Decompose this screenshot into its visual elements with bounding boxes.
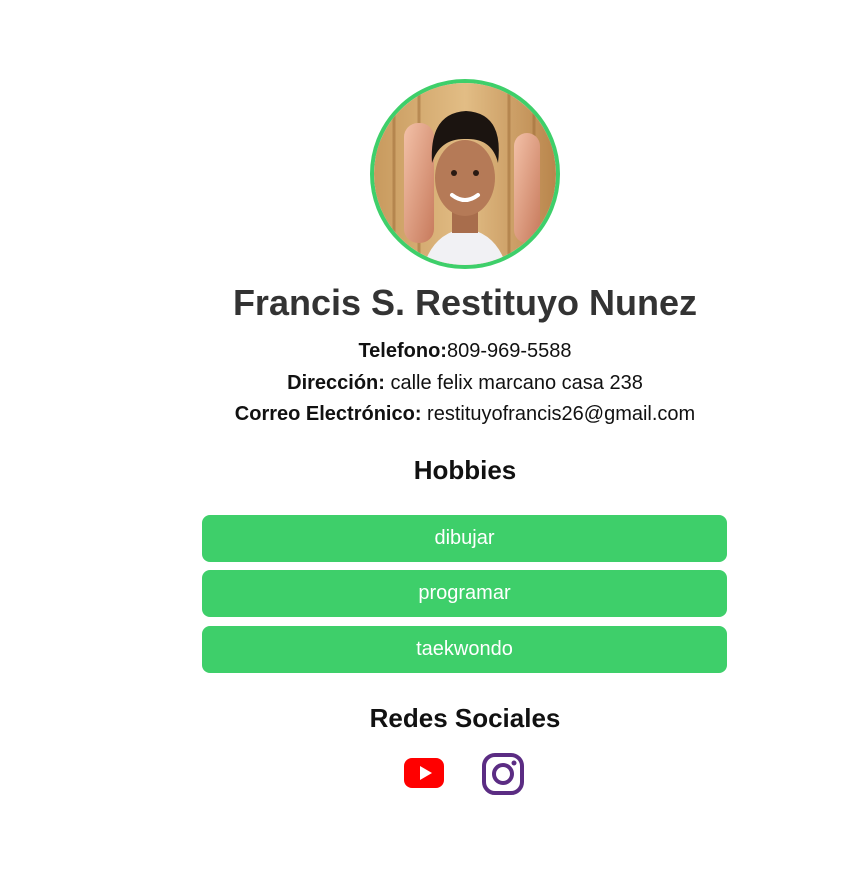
phone-value: 809-969-5588 — [446, 340, 572, 362]
email-value: restituyofrancis26@gmail.com — [421, 403, 696, 425]
hobbies-title: Hobbies — [413, 455, 517, 485]
youtube-link[interactable] — [404, 758, 444, 793]
avatar — [370, 79, 560, 269]
instagram-icon — [482, 753, 524, 795]
instagram-link[interactable] — [481, 752, 525, 801]
profile-page: Francis S. Restituyo Nunez Telefono:809-… — [0, 0, 865, 877]
email-line: Correo Electrónico: restituyofrancis26@g… — [0, 402, 865, 426]
profile-photo — [374, 83, 556, 265]
social-title: Redes Sociales — [369, 703, 561, 733]
phone-label: Telefono: — [358, 340, 447, 362]
address-value: calle felix marcano casa 238 — [384, 372, 643, 394]
hobby-item-dibujar[interactable]: dibujar — [202, 515, 727, 562]
address-label: Dirección: — [287, 372, 385, 394]
email-label: Correo Electrónico: — [234, 403, 422, 425]
hobby-item-taekwondo[interactable]: taekwondo — [202, 626, 727, 673]
hobby-item-programar[interactable]: programar — [202, 570, 727, 617]
phone-line: Telefono:809-969-5588 — [0, 339, 865, 363]
youtube-icon — [404, 758, 444, 788]
profile-name: Francis S. Restituyo Nunez — [232, 282, 698, 323]
address-line: Dirección: calle felix marcano casa 238 — [0, 371, 865, 395]
